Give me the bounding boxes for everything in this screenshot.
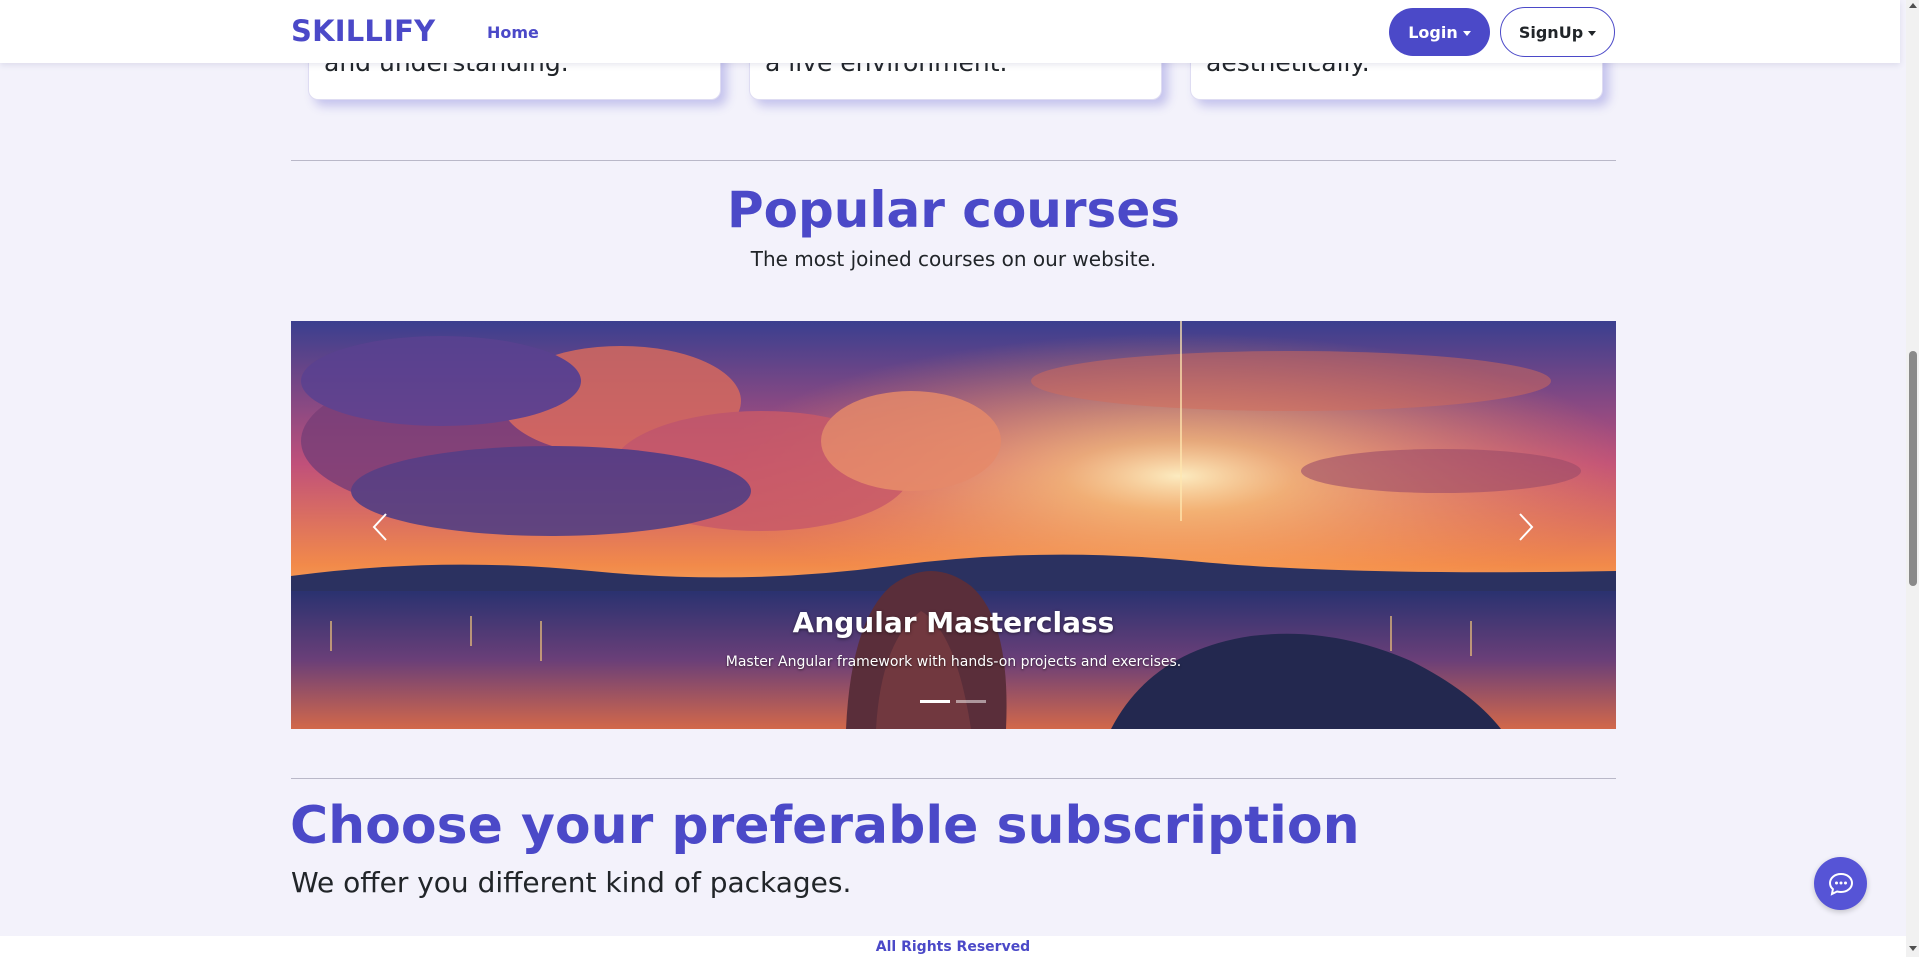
chevron-right-icon [1519,513,1534,541]
scrollbar-thumb[interactable] [1909,351,1917,586]
carousel-indicator[interactable] [956,700,986,703]
footer: All Rights Reserved [0,936,1906,957]
slide-title: Angular Masterclass [792,606,1115,639]
courses-carousel[interactable]: Angular Masterclass Master Angular frame… [291,321,1616,729]
login-label: Login [1408,22,1458,42]
page-scrollbar[interactable] [1906,0,1919,957]
top-navbar: SKILLIFY Home Login SignUp [0,0,1900,63]
caret-down-icon [1462,30,1471,36]
chevron-left-icon [372,513,387,541]
caret-down-icon [1588,30,1597,36]
signup-dropdown-button[interactable]: SignUp [1500,7,1615,57]
chat-button[interactable] [1814,857,1867,910]
section-divider [291,160,1616,161]
scroll-up-arrow-icon[interactable] [1909,3,1917,8]
carousel-prev-button[interactable] [365,507,395,547]
carousel-next-button[interactable] [1511,507,1541,547]
brand-logo[interactable]: SKILLIFY [291,14,435,48]
subscription-subtitle: We offer you different kind of packages. [291,866,852,899]
section-divider [291,778,1616,779]
nav-link-home[interactable]: Home [487,23,539,42]
signup-label: SignUp [1518,22,1584,42]
subscription-title: Choose your preferable subscription [290,796,1360,856]
popular-courses-title: Popular courses [726,181,1180,239]
slide-description: Master Angular framework with hands-on p… [725,654,1182,670]
login-dropdown-button[interactable]: Login [1389,8,1490,56]
chat-bubble-icon [1828,872,1853,896]
carousel-indicator-active[interactable] [920,700,950,703]
popular-courses-subtitle: The most joined courses on our website. [750,247,1157,271]
footer-copyright: All Rights Reserved [875,939,1031,955]
scroll-down-arrow-icon[interactable] [1909,946,1917,951]
